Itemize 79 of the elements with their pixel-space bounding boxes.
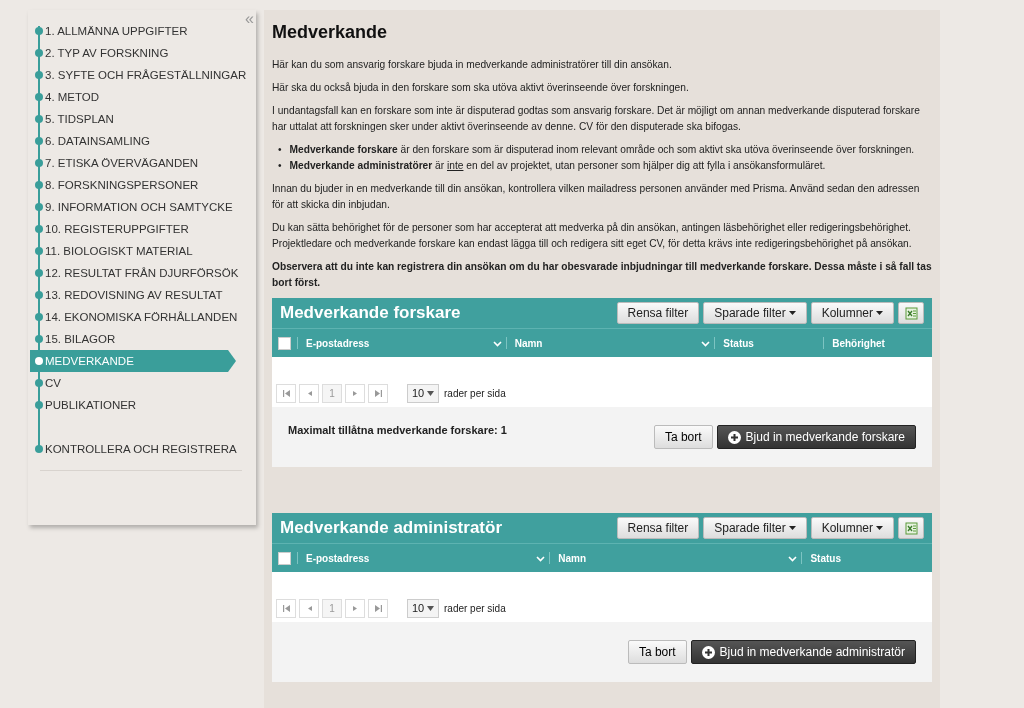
page-title: Medverkande	[272, 22, 389, 43]
table-title: Medverkande administratör	[280, 518, 503, 538]
chevron-icon[interactable]	[788, 554, 798, 562]
nav-item[interactable]: 8. FORSKNINGSPERSONER	[30, 174, 256, 196]
plus-circle-icon	[701, 645, 715, 659]
nav-item[interactable]: 3. SYFTE OCH FRÅGESTÄLLNINGAR	[30, 64, 256, 86]
caret-icon	[876, 526, 883, 530]
pager-button[interactable]	[345, 383, 365, 403]
pager-arrow-icon	[351, 389, 359, 397]
invite-button[interactable]: Bjud in medverkande administratör	[690, 640, 916, 664]
paragraph: I undantagsfall kan en forskare som inte är disputerad godtas som ansvarig forskare. Det är möjligt om annan medverkande disputerad forskare har uttalat att forskningen sker under aktivt överinseende av denne. CV för den disputerade ska bifogas.	[272, 104, 921, 134]
dropdown-arrow-icon	[427, 390, 434, 396]
bullet-icon: •	[278, 142, 282, 158]
caret-icon	[788, 526, 796, 530]
pager-button[interactable]	[368, 598, 388, 618]
nav-item[interactable]: CV	[30, 372, 256, 394]
nav-item[interactable]: 6. DATAINSAMLING	[30, 130, 256, 152]
rows-per-page-label: rader per sida	[444, 387, 506, 399]
pager-button[interactable]	[345, 598, 365, 618]
pager-arrow-icon	[305, 604, 313, 612]
select-all-checkbox[interactable]	[278, 336, 291, 350]
nav-item[interactable]: 5. TIDSPLAN	[30, 108, 256, 130]
paragraph: Här kan du som ansvarig forskare bjuda in medverkande administratörer till din ansökan.	[272, 58, 673, 72]
pager-button[interactable]	[276, 383, 296, 403]
pager-arrow-icon	[282, 604, 290, 612]
spreadsheet-icon	[904, 306, 918, 320]
spreadsheet-icon	[904, 521, 918, 535]
nav-item[interactable]: 7. ETISKA ÖVERVÄGANDEN	[30, 152, 256, 174]
plus-circle-icon	[727, 430, 741, 444]
table-title: Medverkande forskare	[280, 303, 462, 323]
nav-item[interactable]: 9. INFORMATION OCH SAMTYCKE	[30, 196, 256, 218]
chevron-icon[interactable]	[701, 339, 711, 347]
export-button[interactable]	[898, 517, 924, 539]
paragraph: Du kan sätta behörighet för de personer som har accepterat att medverka på din ansökan, antingen läsbehörighet eller redigeringsbehörighet. Projektledare och medverkande forskare kan endast lägga till och redigera sitt eget CV, för detta krävs inte redigeringsbehörighet på ansökan.	[272, 221, 913, 251]
page-size-select[interactable]: 10	[407, 383, 439, 403]
pager-button[interactable]	[276, 598, 296, 618]
nav-item[interactable]: 10. REGISTERUPPGIFTER	[30, 218, 256, 240]
nav-item[interactable]: 2. TYP AV FORSKNING	[30, 42, 256, 64]
rows-per-page-label: rader per sida	[444, 602, 506, 614]
toolbar-button[interactable]: Sparade filter	[703, 517, 807, 539]
invite-button[interactable]: Bjud in medverkande forskare	[716, 425, 916, 449]
pager-arrow-icon	[374, 604, 382, 612]
nav-item[interactable]: 15. BILAGOR	[30, 328, 256, 350]
paragraph: Innan du bjuder in en medverkande till din ansökan, kontrollera vilken mailadress personen använder med Prisma. Använd sedan den adressen för att skicka din inbjudan.	[272, 182, 921, 212]
nav-item[interactable]: KONTROLLERA OCH REGISTRERA	[30, 438, 256, 460]
pager-arrow-icon	[282, 389, 290, 397]
nav-item[interactable]: 12. RESULTAT FRÅN DJURFÖRSÖK	[30, 262, 256, 284]
chevron-icon[interactable]	[492, 339, 502, 347]
dropdown-arrow-icon	[427, 605, 434, 611]
paragraph: Här ska du också bjuda in den forskare som ska utöva aktivt överinseende över forskningen.	[272, 81, 690, 95]
nav-item[interactable]: 13. REDOVISNING AV RESULTAT	[30, 284, 256, 306]
toolbar-button[interactable]: Kolumner	[810, 517, 894, 539]
toolbar-button[interactable]: Rensa filter	[616, 517, 700, 539]
pager-button[interactable]	[299, 598, 319, 618]
bullet-text: Medverkande forskare är den forskare som är disputerad inom relevant område och som aktivt ska utöva överinseende över forskningen.	[289, 143, 915, 157]
toolbar-button[interactable]: Sparade filter	[703, 302, 807, 324]
warning-text: Observera att du inte kan registrera din ansökan om du har obesvarade inbjudningar till medverkande forskare. Dessa måste i så fall tas bort först.	[272, 260, 932, 290]
max-count-note: Maximalt tillåtna medverkande forskare: 1	[288, 424, 508, 436]
toolbar-button[interactable]: Rensa filter	[616, 302, 700, 324]
nav-item[interactable]: 11. BIOLOGISKT MATERIAL	[30, 240, 256, 262]
page-size-select[interactable]: 10	[407, 598, 439, 618]
pager-arrow-icon	[305, 389, 313, 397]
bullet-text: Medverkande administratörer är inte en del av projektet, utan personer som hjälper dig att fylla i ansökansformuläret.	[289, 159, 826, 173]
bullet-icon: •	[278, 158, 282, 174]
export-button[interactable]	[898, 302, 924, 324]
caret-icon	[788, 311, 796, 315]
chevron-icon[interactable]	[536, 554, 546, 562]
pager-button[interactable]	[299, 383, 319, 403]
nav-item[interactable]: 14. EKONOMISKA FÖRHÅLLANDEN	[30, 306, 256, 328]
nav-item[interactable]: 4. METOD	[30, 86, 256, 108]
pager-button[interactable]	[368, 383, 388, 403]
pager-arrow-icon	[374, 389, 382, 397]
remove-button[interactable]: Ta bort	[627, 640, 687, 664]
remove-button[interactable]: Ta bort	[653, 425, 713, 449]
pager-arrow-icon	[351, 604, 359, 612]
nav-item[interactable]: PUBLIKATIONER	[30, 394, 256, 416]
toolbar-button[interactable]: Kolumner	[810, 302, 894, 324]
caret-icon	[876, 311, 883, 315]
select-all-checkbox[interactable]	[278, 551, 291, 565]
